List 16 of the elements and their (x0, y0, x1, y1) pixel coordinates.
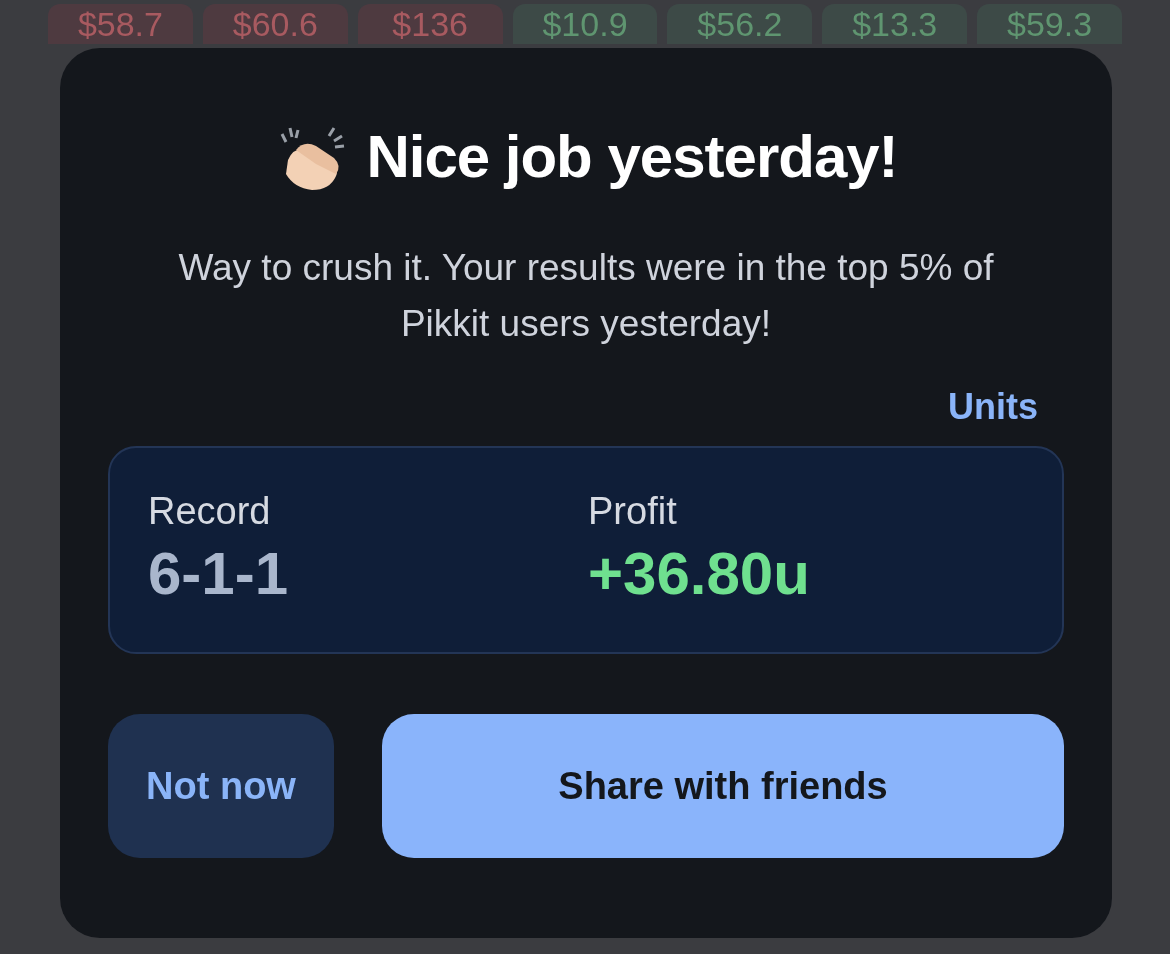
stat-value: +36.80u (588, 539, 811, 608)
stat-label: Profit (588, 490, 678, 533)
amount-tile: $60.6 (202, 4, 348, 44)
dialog-message: Way to crush it. Your results were in the top 5% of Pikkit users yesterday! (177, 246, 995, 346)
stat-label: Record (148, 490, 272, 533)
dismiss-button[interactable]: Not now (108, 714, 334, 858)
stat-value: 6-1-1 (148, 539, 290, 608)
share-button[interactable]: Share with friends (382, 714, 1064, 858)
dialog-title: Nice job yesterday! (366, 121, 898, 191)
amount-tile: $136 (357, 4, 503, 44)
amount-tile: $10.9 (512, 4, 658, 44)
amount-tile: $56.2 (667, 4, 813, 44)
amount-tile: $13.3 (822, 4, 968, 44)
amount-tile: $58.7 (48, 4, 193, 44)
amount-tile: $59.3 (977, 4, 1122, 44)
units-link[interactable]: Units (948, 386, 1038, 428)
